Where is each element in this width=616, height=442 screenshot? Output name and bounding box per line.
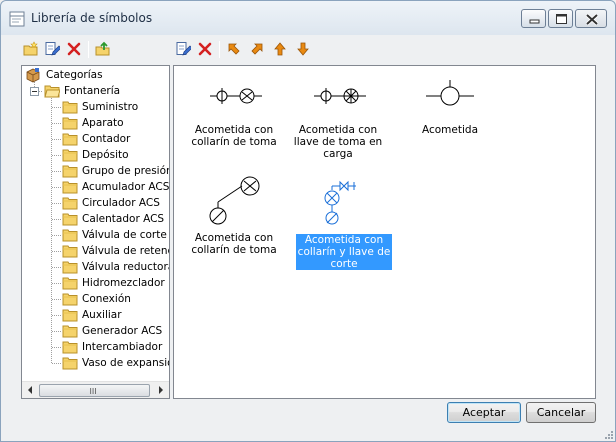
- accept-button[interactable]: Aceptar: [447, 402, 521, 423]
- horizontal-scrollbar[interactable]: III: [22, 381, 169, 398]
- symbol-library-dialog: Librería de símbolos Categorías Fontaner…: [0, 0, 616, 442]
- folder-icon: [62, 181, 78, 194]
- move-up-button[interactable]: [270, 39, 290, 59]
- symbol-acometida-collarin-icon: [210, 88, 262, 104]
- folder-icon: [62, 245, 78, 258]
- tree-group-label: Fontanería: [64, 85, 121, 97]
- edit-symbol-button[interactable]: [173, 39, 193, 59]
- scroll-left-icon[interactable]: [27, 386, 33, 394]
- symbol-view[interactable]: Acometida con collarín de toma Acometida…: [173, 65, 596, 399]
- tree-item-label: Hidromezclador: [82, 277, 165, 289]
- symbol-item[interactable]: Acometida: [402, 78, 498, 158]
- move-first-button[interactable]: [224, 39, 244, 59]
- folder-open-icon: [44, 85, 60, 98]
- tree-item-label: Válvula de retenc: [82, 245, 170, 257]
- app-icon: [9, 11, 25, 27]
- symbol-acometida-collarin-llave-icon: [324, 180, 356, 225]
- folder-icon: [62, 309, 78, 322]
- tree-item-label: Aparato: [82, 117, 124, 129]
- close-icon: [585, 13, 599, 26]
- symbol-item[interactable]: Acometida con collarín de toma: [186, 78, 282, 158]
- folder-icon: [62, 197, 78, 210]
- tree-item-label: Suministro: [82, 101, 139, 113]
- symbol-item[interactable]: Acometida con collarín de toma: [186, 176, 282, 266]
- folder-icon: [62, 229, 78, 242]
- arrow-up-right-icon: [251, 43, 263, 55]
- symbol-caption: Acometida con collarín de toma: [191, 124, 277, 148]
- minimize-button[interactable]: [521, 9, 546, 28]
- tree-item-label: Generador ACS: [82, 325, 163, 337]
- folder-icon: [62, 293, 78, 306]
- tree-item-label: Vaso de expansió: [82, 357, 170, 369]
- collapse-icon: [30, 87, 39, 96]
- tree-item-label: Circulador ACS: [82, 197, 160, 209]
- symbol-acometida-collarin-vertical-icon: [209, 176, 260, 225]
- folder-icon: [62, 165, 78, 178]
- symbol-item[interactable]: Acometida con llave de toma en carga: [290, 78, 386, 160]
- folder-icon: [62, 117, 78, 130]
- symbol-item-selected[interactable]: Acometida con collarín y llave de corte: [296, 176, 392, 276]
- arrow-down-icon: [297, 42, 309, 56]
- tree-item-label: Contador: [82, 133, 131, 145]
- tree-item-label: Válvula reductora: [82, 261, 170, 273]
- edit-folder-button[interactable]: [42, 39, 62, 59]
- scroll-grip: III: [89, 387, 97, 396]
- minimize-icon: [529, 19, 540, 24]
- symbol-caption: Acometida con collarín de toma: [191, 232, 277, 256]
- tree-item-label: Válvula de corte: [82, 229, 167, 241]
- folder-icon: [62, 357, 78, 370]
- close-button[interactable]: [575, 9, 607, 28]
- tree-item-label: Grupo de presión: [82, 165, 170, 177]
- window-title: Librería de símbolos: [31, 11, 153, 25]
- new-folder-button[interactable]: [21, 39, 41, 59]
- tree-item-label: Auxiliar: [82, 309, 122, 321]
- folder-icon: [62, 325, 78, 338]
- tree-item-label: Calentador ACS: [82, 213, 165, 225]
- toolbar-separator: [88, 41, 89, 58]
- arrow-up-left-icon: [228, 43, 240, 55]
- tree-item-label: Depósito: [82, 149, 129, 161]
- tree-item-label: Acumulador ACS: [82, 181, 170, 193]
- maximize-icon: [556, 14, 567, 24]
- toolbar-separator: [219, 41, 220, 58]
- folder-icon: [62, 261, 78, 274]
- symbol-caption: Acometida: [421, 124, 479, 136]
- symbol-acometida-llave-carga-icon: [314, 88, 366, 104]
- arrow-up-icon: [274, 42, 286, 56]
- folder-icon: [62, 277, 78, 290]
- import-button[interactable]: [93, 39, 113, 59]
- delete-x-icon: [67, 42, 81, 56]
- edit-icon: [176, 42, 191, 56]
- symbol-acometida-icon: [426, 80, 474, 106]
- maximize-button[interactable]: [548, 9, 573, 28]
- delete-x-icon: [198, 42, 212, 56]
- tree-root-label: Categorías: [46, 69, 103, 81]
- move-last-button[interactable]: [247, 39, 267, 59]
- scroll-right-icon[interactable]: [158, 386, 164, 394]
- folder-icon: [62, 149, 78, 162]
- folder-icon: [62, 341, 78, 354]
- cancel-button[interactable]: Cancelar: [526, 402, 596, 423]
- resize-grip-icon[interactable]: [603, 429, 613, 439]
- delete-symbol-button[interactable]: [195, 39, 215, 59]
- tree-item-label: Conexión: [82, 293, 131, 305]
- symbol-caption: Acometida con collarín y llave de corte: [296, 234, 392, 270]
- delete-folder-button[interactable]: [64, 39, 84, 59]
- folder-icon: [62, 213, 78, 226]
- package-icon: [26, 68, 40, 83]
- title-bar[interactable]: Librería de símbolos: [1, 1, 615, 35]
- folder-icon: [62, 101, 78, 114]
- folder-up-icon: [95, 41, 110, 56]
- edit-icon: [45, 42, 60, 56]
- tree-item-label: Intercambiador: [82, 341, 163, 353]
- folder-icon: [62, 133, 78, 146]
- move-down-button[interactable]: [293, 39, 313, 59]
- scroll-thumb[interactable]: III: [39, 384, 150, 397]
- new-folder-icon: [23, 41, 38, 56]
- category-tree[interactable]: Categorías Fontanería Suministro Aparato C…: [21, 65, 170, 399]
- symbol-caption: Acometida con llave de toma en carga: [293, 124, 383, 160]
